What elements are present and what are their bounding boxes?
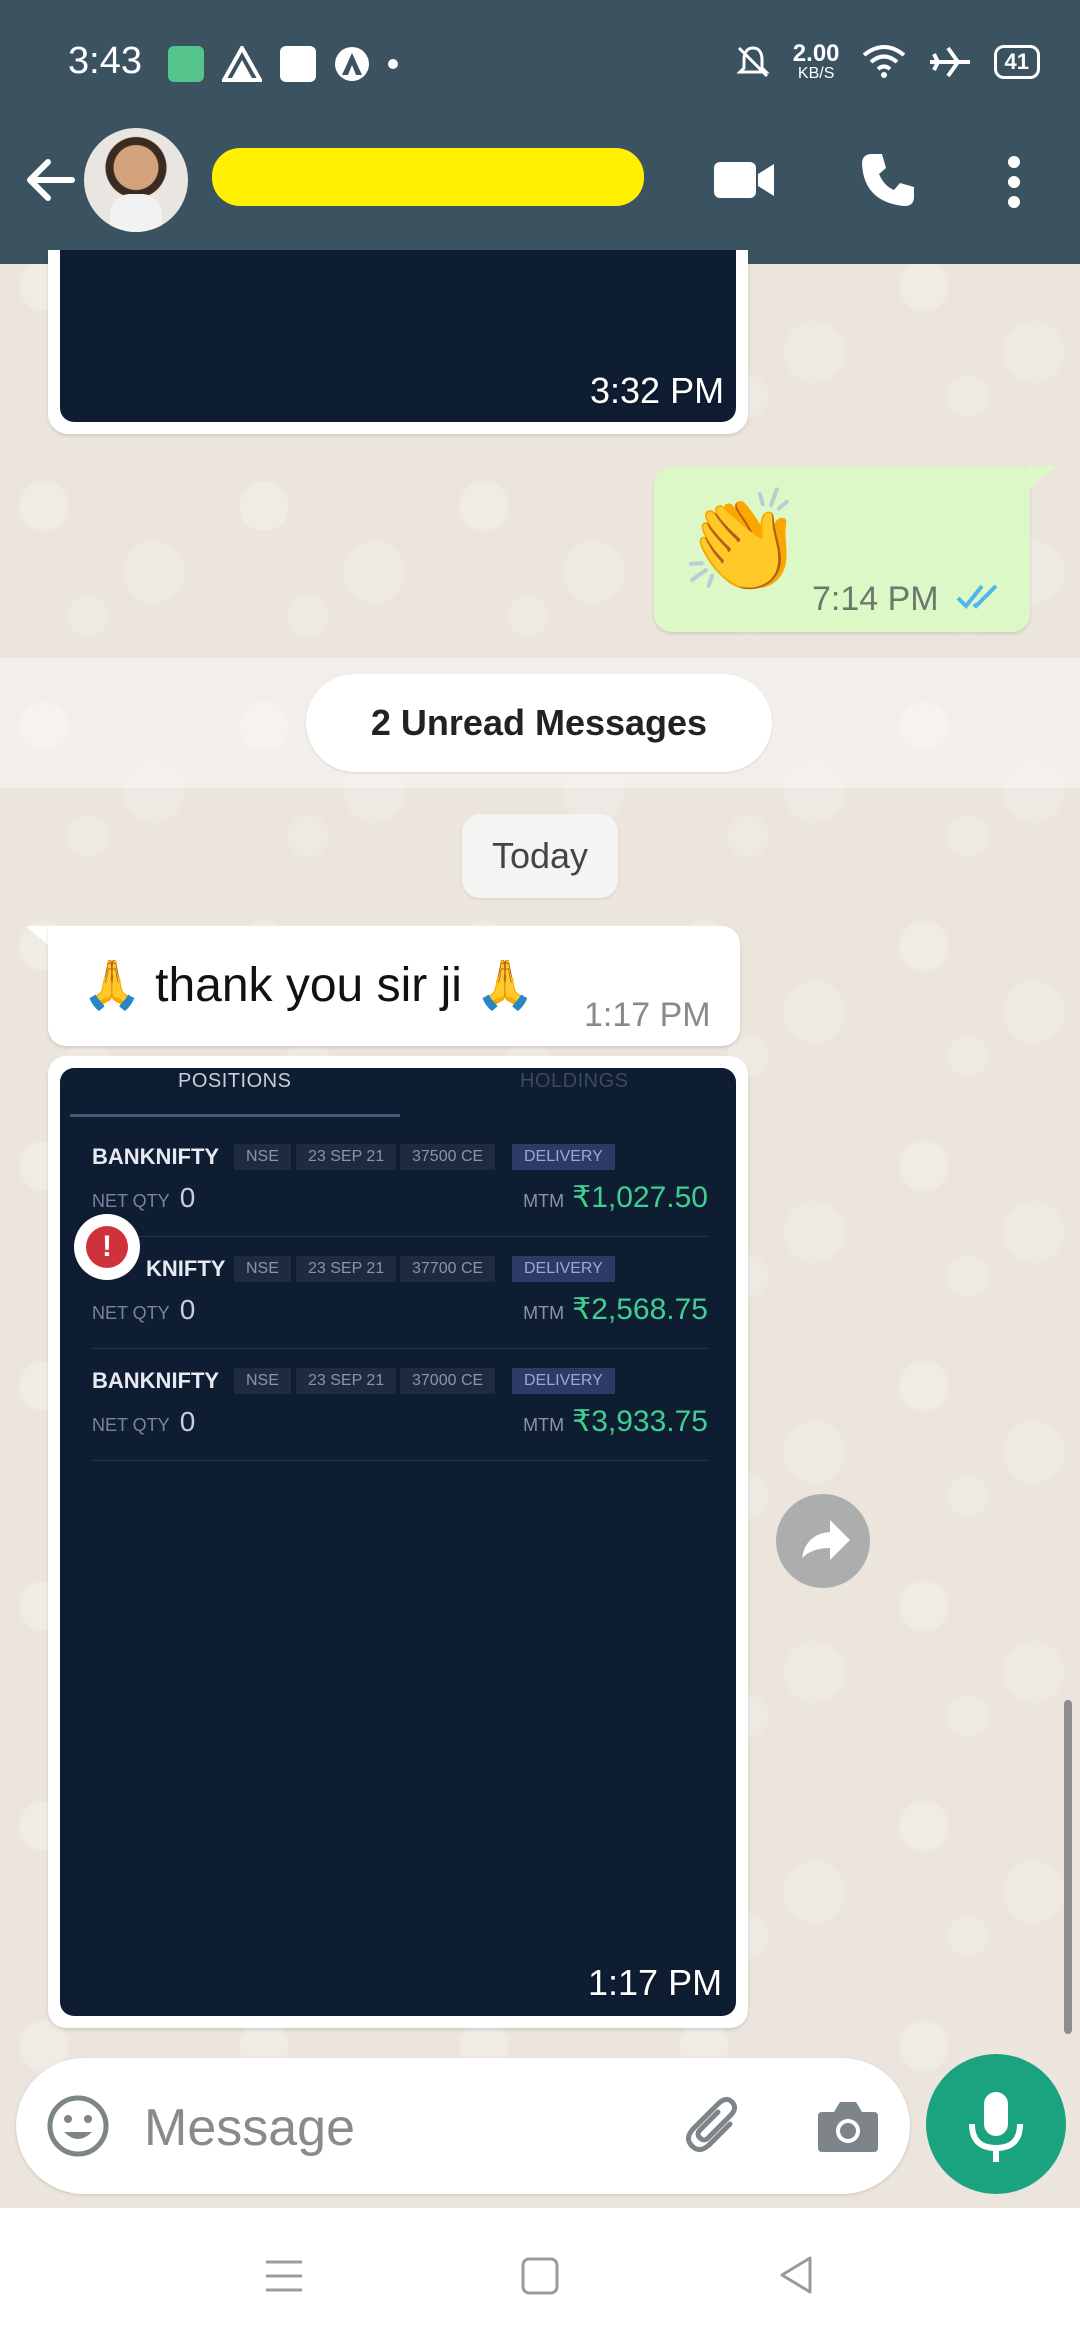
- strike-tag: 37000 CE: [400, 1368, 496, 1394]
- battery-indicator: 41: [993, 45, 1040, 79]
- status-time: 3:43: [68, 40, 142, 82]
- expiry-tag: 23 SEP 21: [296, 1368, 397, 1394]
- mute-bell-icon: [736, 46, 770, 78]
- message-time: 7:14 PM: [812, 580, 939, 618]
- expiry-tag: 23 SEP 21: [296, 1256, 397, 1282]
- position-symbol: BANKNIFTY: [92, 1368, 220, 1393]
- mtm-value: MTM ₹2,568.75: [523, 1293, 708, 1326]
- expiry-tag: 23 SEP 21: [296, 1144, 397, 1170]
- airplane-mode-icon: [929, 46, 970, 78]
- type-tag: DELIVERY: [512, 1256, 615, 1282]
- type-tag: DELIVERY: [512, 1144, 615, 1170]
- forward-button[interactable]: [776, 1494, 870, 1588]
- type-tag: DELIVERY: [512, 1368, 615, 1394]
- message-composer[interactable]: Message: [16, 2058, 910, 2194]
- exchange-tag: NSE: [234, 1368, 291, 1394]
- image-message-bubble-previous[interactable]: 3:32 PM: [48, 250, 748, 434]
- read-receipt-icon: [956, 584, 998, 609]
- attach-icon[interactable]: [682, 2094, 746, 2158]
- image-message-bubble[interactable]: POSITIONS HOLDINGS BANKNIFTY NSE 23 SEP …: [48, 1056, 748, 2028]
- contact-name-redacted[interactable]: [212, 148, 644, 206]
- unread-messages-pill: 2 Unread Messages: [306, 674, 772, 772]
- position-symbol: KNIFTY: [146, 1256, 226, 1281]
- tab-positions: POSITIONS: [178, 1070, 292, 1092]
- scrollbar[interactable]: [1064, 1700, 1072, 2034]
- strike-tag: 37500 CE: [400, 1144, 496, 1170]
- net-qty: NET QTY 0: [92, 1406, 196, 1437]
- tab-holdings: HOLDINGS: [520, 1070, 629, 1092]
- voice-call-icon[interactable]: [858, 150, 918, 210]
- strike-tag: 37700 CE: [400, 1256, 496, 1282]
- forward-icon: [802, 1520, 850, 1560]
- message-time: 1:17 PM: [584, 996, 711, 1034]
- mtm-value: MTM ₹3,933.75: [523, 1405, 708, 1438]
- back-arrow-icon[interactable]: [22, 152, 78, 208]
- position-symbol: BANKNIFTY: [92, 1144, 220, 1169]
- recent-apps-icon[interactable]: [262, 2256, 306, 2296]
- network-speed: 2.00 KB/S: [792, 40, 840, 82]
- exchange-tag: NSE: [234, 1256, 291, 1282]
- message-input[interactable]: Message: [144, 2098, 355, 2158]
- message-time: 1:17 PM: [588, 1962, 723, 2003]
- back-nav-icon[interactable]: [776, 2254, 816, 2296]
- date-chip: Today: [462, 814, 618, 898]
- triangle-app-icon: [222, 46, 262, 82]
- camera-icon[interactable]: [816, 2098, 880, 2154]
- voice-record-button[interactable]: [926, 2054, 1066, 2194]
- more-options-icon[interactable]: [1000, 152, 1028, 212]
- positions-screenshot[interactable]: POSITIONS HOLDINGS BANKNIFTY NSE 23 SEP …: [60, 1068, 736, 2016]
- status-system-icons: 2.00 KB/S 41: [735, 42, 1040, 82]
- net-qty: NET QTY 0: [92, 1294, 196, 1325]
- bubble-tail-out: [1026, 466, 1056, 492]
- incoming-text-bubble[interactable]: 🙏 thank you sir ji 🙏 1:17 PM: [48, 926, 740, 1046]
- more-notifications-dot: [388, 59, 398, 69]
- contact-avatar[interactable]: [84, 128, 188, 232]
- microphone-icon: [969, 2092, 1023, 2162]
- message-time: 3:32 PM: [590, 370, 725, 411]
- video-call-icon[interactable]: [712, 156, 776, 204]
- zomato-icon: [280, 46, 316, 82]
- date-label: Today: [491, 835, 589, 876]
- unread-label: 2 Unread Messages: [370, 702, 708, 743]
- position-row: KNIFTY NSE 23 SEP 21 37700 CE DELIVERY N…: [92, 1238, 708, 1349]
- exchange-tag: NSE: [234, 1144, 291, 1170]
- positions-tabs: POSITIONS HOLDINGS: [60, 1068, 736, 1128]
- status-notification-icons: [168, 46, 398, 82]
- wifi-icon: [862, 45, 905, 78]
- clap-emoji: 👏: [680, 486, 805, 598]
- net-qty: NET QTY 0: [92, 1182, 196, 1213]
- arc-app-icon: [335, 47, 369, 81]
- mtm-value: MTM ₹1,027.50: [523, 1181, 708, 1214]
- position-row: BANKNIFTY NSE 23 SEP 21 37500 CE DELIVER…: [92, 1126, 708, 1237]
- active-tab-underline: [70, 1114, 400, 1117]
- system-nav-bar: [0, 2208, 1080, 2340]
- home-icon[interactable]: [520, 2256, 560, 2296]
- emoji-icon[interactable]: [46, 2094, 110, 2158]
- app-header: 3:43 2.00 KB/S 41: [0, 0, 1080, 264]
- error-overlay-icon[interactable]: !: [74, 1214, 140, 1280]
- position-row: BANKNIFTY NSE 23 SEP 21 37000 CE DELIVER…: [92, 1350, 708, 1461]
- message-text: 🙏 thank you sir ji 🙏: [82, 959, 535, 1012]
- app-notification-icon: [168, 46, 204, 82]
